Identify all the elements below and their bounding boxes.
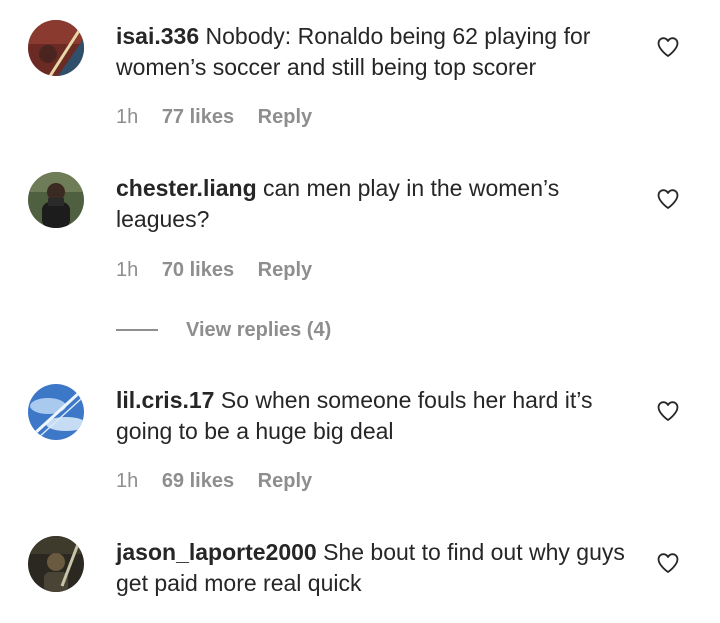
reply-button[interactable]: Reply: [258, 259, 312, 281]
heart-outline-icon[interactable]: [656, 35, 680, 59]
view-replies-button[interactable]: View replies (4): [116, 316, 331, 344]
comment-meta: 1h 77 likes Reply: [116, 105, 330, 129]
avatar[interactable]: [28, 20, 84, 76]
comment-likes[interactable]: 77 likes: [162, 106, 234, 128]
avatar-image: [28, 20, 84, 76]
comment-username[interactable]: isai.336: [116, 23, 199, 49]
comment-username[interactable]: lil.cris.17: [116, 387, 214, 413]
reply-button[interactable]: Reply: [258, 106, 312, 128]
comment-text: jason_laporte2000 She bout to find out w…: [116, 537, 636, 599]
avatar-image: [28, 384, 84, 440]
comment-text: lil.cris.17 So when someone fouls her ha…: [116, 385, 636, 447]
comment-meta: 1h 69 likes Reply: [116, 469, 330, 493]
comment-time: 1h: [116, 470, 139, 492]
heart-outline-icon[interactable]: [656, 399, 680, 423]
comment-text: isai.336 Nobody: Ronaldo being 62 playin…: [116, 21, 636, 83]
reply-button[interactable]: Reply: [258, 470, 312, 492]
avatar[interactable]: [28, 536, 84, 592]
comment-meta: 1h 70 likes Reply: [116, 258, 330, 282]
avatar[interactable]: [28, 384, 84, 440]
comment-likes[interactable]: 69 likes: [162, 470, 234, 492]
view-replies-divider: [116, 329, 158, 331]
avatar[interactable]: [28, 172, 84, 228]
avatar-image: [28, 536, 84, 592]
comment-username[interactable]: jason_laporte2000: [116, 539, 317, 565]
comment-likes[interactable]: 70 likes: [162, 259, 234, 281]
comment-time: 1h: [116, 259, 139, 281]
avatar-image: [28, 172, 84, 228]
heart-outline-icon[interactable]: [656, 187, 680, 211]
view-replies-label: View replies (4): [186, 318, 332, 341]
comment-text: chester.liang can men play in the women’…: [116, 173, 636, 235]
heart-outline-icon[interactable]: [656, 551, 680, 575]
comment-time: 1h: [116, 106, 139, 128]
comment-username[interactable]: chester.liang: [116, 175, 257, 201]
